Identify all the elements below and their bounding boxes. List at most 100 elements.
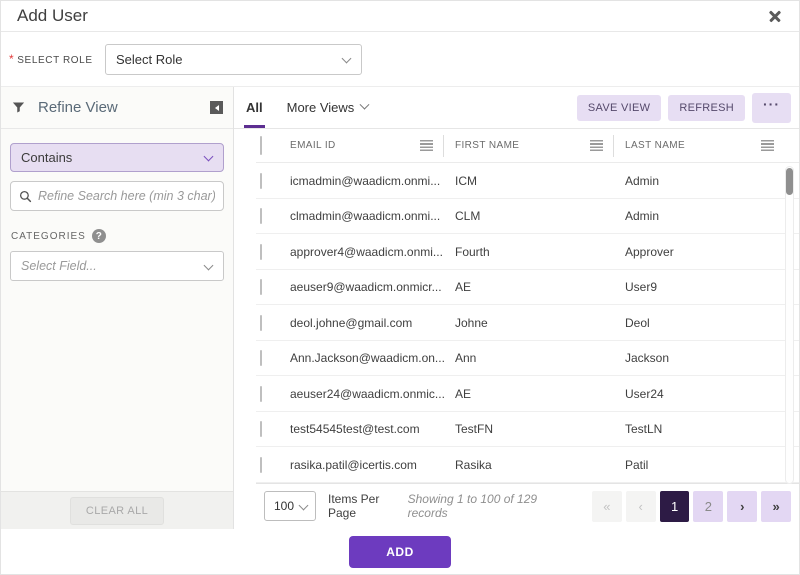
categories-row: CATEGORIES ? <box>11 229 224 243</box>
row-checkbox[interactable] <box>260 279 262 295</box>
column-header-last-name: LAST NAME <box>614 135 784 157</box>
close-icon[interactable] <box>767 8 783 24</box>
cell-last-name: Deol <box>614 316 784 330</box>
row-checkbox[interactable] <box>260 315 262 331</box>
scrollbar-thumb[interactable] <box>786 168 793 195</box>
table-row[interactable]: icmadmin@waadicm.onmi... ICM Admin <box>256 163 799 199</box>
results-panel: All More Views SAVE VIEW REFRESH ··· EMA… <box>234 87 799 529</box>
items-per-page-value: 100 <box>274 499 294 513</box>
prev-page-button[interactable]: ‹ <box>626 491 656 522</box>
items-per-page-label: Items Per Page <box>328 492 408 520</box>
refine-view-title: Refine View <box>38 99 210 116</box>
dialog-footer: ADD <box>1 529 799 574</box>
table-row[interactable]: rasika.patil@icertis.com Rasika Patil <box>256 447 799 483</box>
save-view-button[interactable]: SAVE VIEW <box>577 95 661 121</box>
collapse-panel-icon[interactable] <box>210 101 223 114</box>
chevron-down-icon <box>204 261 214 271</box>
column-header-first-name: FIRST NAME <box>444 135 614 157</box>
cell-email-id: aeuser24@waadicm.onmic... <box>290 387 444 401</box>
column-label-last-name: LAST NAME <box>625 140 761 151</box>
select-all-checkbox[interactable] <box>260 136 262 155</box>
cell-email-id: deol.johne@gmail.com <box>290 316 444 330</box>
row-checkbox[interactable] <box>260 350 262 366</box>
first-page-button[interactable]: « <box>592 491 622 522</box>
column-label-first-name: FIRST NAME <box>455 140 590 151</box>
refine-search-input[interactable] <box>38 189 215 203</box>
dialog-header: Add User <box>1 1 799 32</box>
operator-value: Contains <box>21 150 72 165</box>
cell-first-name: Johne <box>444 316 614 330</box>
row-checkbox[interactable] <box>260 208 262 224</box>
cell-first-name: Rasika <box>444 458 614 472</box>
table-row[interactable]: test54545test@test.com TestFN TestLN <box>256 412 799 448</box>
cell-first-name: TestFN <box>444 422 614 436</box>
tab-all-label: All <box>246 100 263 115</box>
tab-more-views-label: More Views <box>287 100 355 115</box>
cell-last-name: Patil <box>614 458 784 472</box>
column-label-email: EMAIL ID <box>290 140 420 151</box>
table-row[interactable]: Ann.Jackson@waadicm.on... Ann Jackson <box>256 341 799 377</box>
cell-last-name: Jackson <box>614 351 784 365</box>
sidebar-footer: CLEAR ALL <box>1 491 233 529</box>
cell-email-id: approver4@waadicm.onmi... <box>290 245 444 259</box>
cell-first-name: AE <box>444 387 614 401</box>
cell-first-name: ICM <box>444 174 614 188</box>
select-role-dropdown[interactable]: Select Role <box>105 44 362 75</box>
cell-email-id: test54545test@test.com <box>290 422 444 436</box>
cell-first-name: CLM <box>444 209 614 223</box>
search-icon <box>19 190 32 203</box>
tab-all[interactable]: All <box>234 87 275 128</box>
row-checkbox[interactable] <box>260 386 262 402</box>
cell-last-name: TestLN <box>614 422 784 436</box>
left-triangle-icon <box>215 105 219 111</box>
column-menu-icon[interactable] <box>420 140 433 151</box>
chevron-down-icon <box>360 100 370 110</box>
table-row[interactable]: approver4@waadicm.onmi... Fourth Approve… <box>256 234 799 270</box>
cell-email-id: rasika.patil@icertis.com <box>290 458 444 472</box>
row-checkbox[interactable] <box>260 421 262 437</box>
column-menu-icon[interactable] <box>590 140 603 151</box>
cell-first-name: Fourth <box>444 245 614 259</box>
clear-all-button[interactable]: CLEAR ALL <box>70 497 164 525</box>
column-menu-icon[interactable] <box>761 140 774 151</box>
pagination-bar: 100 Items Per Page Showing 1 to 100 of 1… <box>256 483 799 529</box>
select-role-label: *SELECT ROLE <box>9 52 105 66</box>
more-options-button[interactable]: ··· <box>752 93 791 123</box>
last-page-button[interactable]: » <box>761 491 791 522</box>
next-page-button[interactable]: › <box>727 491 757 522</box>
cell-email-id: icmadmin@waadicm.onmi... <box>290 174 444 188</box>
operator-dropdown[interactable]: Contains <box>10 143 224 172</box>
cell-last-name: User9 <box>614 280 784 294</box>
table-row[interactable]: aeuser24@waadicm.onmic... AE User24 <box>256 376 799 412</box>
row-checkbox[interactable] <box>260 244 262 260</box>
add-button[interactable]: ADD <box>349 536 451 568</box>
page-button-2[interactable]: 2 <box>693 491 723 522</box>
category-field-placeholder: Select Field... <box>21 259 97 273</box>
chevron-down-icon <box>204 152 214 162</box>
select-role-row: *SELECT ROLE Select Role <box>1 32 799 87</box>
views-toolbar: All More Views SAVE VIEW REFRESH ··· <box>234 87 799 129</box>
cell-last-name: Admin <box>614 174 784 188</box>
tab-more-views[interactable]: More Views <box>275 87 381 128</box>
chevron-down-icon <box>299 501 309 511</box>
page-button-1[interactable]: 1 <box>660 491 690 522</box>
category-field-dropdown[interactable]: Select Field... <box>10 251 224 281</box>
row-checkbox[interactable] <box>260 173 262 189</box>
row-checkbox[interactable] <box>260 457 262 473</box>
table-header-row: EMAIL ID FIRST NAME LAST NAME <box>256 129 799 163</box>
table-row[interactable]: deol.johne@gmail.com Johne Deol <box>256 305 799 341</box>
vertical-scrollbar[interactable] <box>785 166 794 484</box>
cell-last-name: Approver <box>614 245 784 259</box>
refine-view-panel: Refine View Contains CATEGORIES ? Select <box>1 87 234 529</box>
refresh-button[interactable]: REFRESH <box>668 95 745 121</box>
table-row[interactable]: clmadmin@waadicm.onmi... CLM Admin <box>256 199 799 235</box>
filter-icon <box>11 100 26 115</box>
refine-view-header: Refine View <box>1 87 233 129</box>
refine-search-box <box>10 181 224 211</box>
help-icon[interactable]: ? <box>92 229 106 243</box>
select-role-value: Select Role <box>116 52 182 67</box>
table-row[interactable]: aeuser9@waadicm.onmicr... AE User9 <box>256 270 799 306</box>
items-per-page-dropdown[interactable]: 100 <box>264 491 316 521</box>
required-asterisk: * <box>9 52 14 66</box>
cell-email-id: Ann.Jackson@waadicm.on... <box>290 351 444 365</box>
